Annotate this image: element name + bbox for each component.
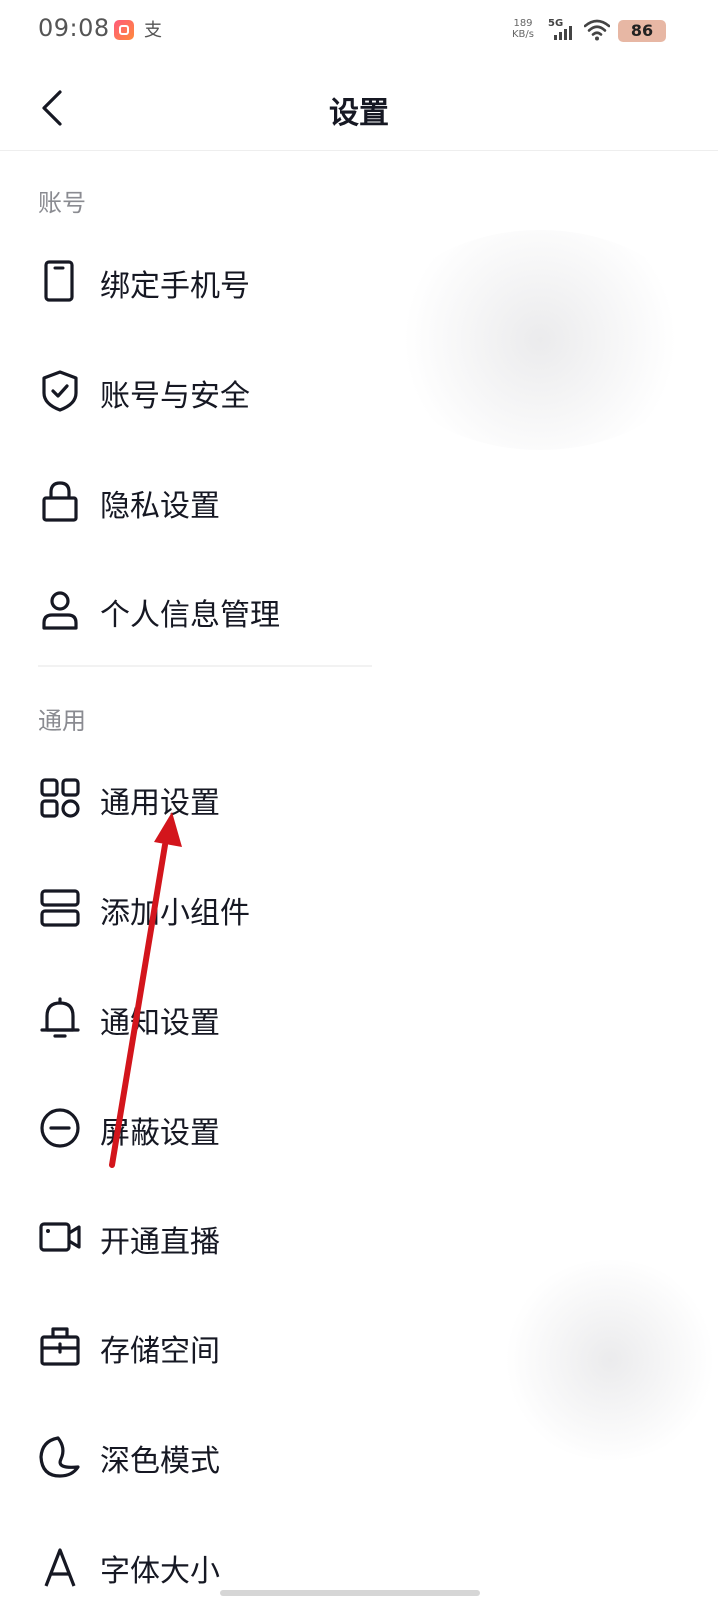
home-indicator[interactable] — [220, 1590, 480, 1596]
section-divider — [38, 665, 372, 667]
app-notification-icon — [114, 20, 134, 40]
settings-item-label: 添加小组件 — [100, 896, 250, 931]
section-title-account: 账号 — [38, 189, 86, 217]
status-time: 09:08 — [38, 14, 110, 42]
widget-icon — [40, 889, 80, 927]
lock-icon — [42, 481, 78, 522]
network-speed-value: 189 — [513, 18, 533, 29]
settings-item-label: 账号与安全 — [100, 379, 250, 414]
network-speed: 189 KB/s — [512, 18, 534, 40]
grid-icon — [40, 778, 80, 818]
person-icon — [42, 591, 78, 630]
settings-item-label: 隐私设置 — [100, 489, 220, 524]
settings-item-add-widget[interactable]: 添加小组件 — [0, 860, 718, 960]
settings-item-label: 通用设置 — [100, 786, 220, 821]
page-title: 设置 — [329, 96, 389, 131]
settings-item-label: 通知设置 — [100, 1006, 220, 1041]
battery-icon: 86 — [618, 20, 666, 42]
shield-check-icon — [42, 370, 78, 412]
settings-item-font-size[interactable]: 字体大小 — [0, 1518, 718, 1600]
settings-item-live-stream[interactable]: 开通直播 — [0, 1189, 718, 1289]
settings-item-label: 屏蔽设置 — [100, 1116, 220, 1151]
settings-item-label: 深色模式 — [100, 1444, 220, 1479]
bell-icon — [40, 997, 80, 1038]
moon-icon — [39, 1436, 80, 1478]
section-title-general: 通用 — [38, 707, 86, 735]
battery-level: 86 — [630, 21, 654, 40]
wifi-icon — [583, 18, 611, 42]
settings-item-storage[interactable]: 存储空间 — [0, 1298, 718, 1398]
settings-item-general-settings[interactable]: 通用设置 — [0, 750, 718, 850]
settings-item-block[interactable]: 屏蔽设置 — [0, 1080, 718, 1180]
phone-icon — [44, 260, 74, 302]
settings-item-bind-phone[interactable]: 绑定手机号 — [0, 233, 718, 333]
settings-item-personal-info[interactable]: 个人信息管理 — [0, 562, 718, 662]
settings-item-label: 字体大小 — [100, 1554, 220, 1589]
settings-item-notifications[interactable]: 通知设置 — [0, 970, 718, 1070]
status-bar: 09:08 支 189 KB/s 5G 86 — [0, 0, 718, 64]
settings-item-account-security[interactable]: 账号与安全 — [0, 343, 718, 443]
alipay-notification-icon: 支 — [144, 20, 162, 41]
settings-screen: 09:08 支 189 KB/s 5G 86 设置 账号 绑定手机号 账号与安全… — [0, 0, 718, 1600]
settings-item-label: 绑定手机号 — [100, 269, 250, 304]
settings-item-label: 个人信息管理 — [100, 598, 280, 633]
settings-item-dark-mode[interactable]: 深色模式 — [0, 1408, 718, 1508]
settings-item-label: 开通直播 — [100, 1225, 220, 1260]
font-size-icon — [44, 1548, 76, 1587]
storage-box-icon — [40, 1327, 80, 1366]
settings-item-label: 存储空间 — [100, 1334, 220, 1369]
block-icon — [40, 1108, 80, 1148]
settings-item-privacy[interactable]: 隐私设置 — [0, 453, 718, 553]
cellular-signal-icon: 5G — [548, 18, 578, 42]
navigation-header: 设置 — [0, 64, 718, 151]
video-camera-icon — [39, 1222, 81, 1252]
network-speed-unit: KB/s — [512, 29, 534, 40]
